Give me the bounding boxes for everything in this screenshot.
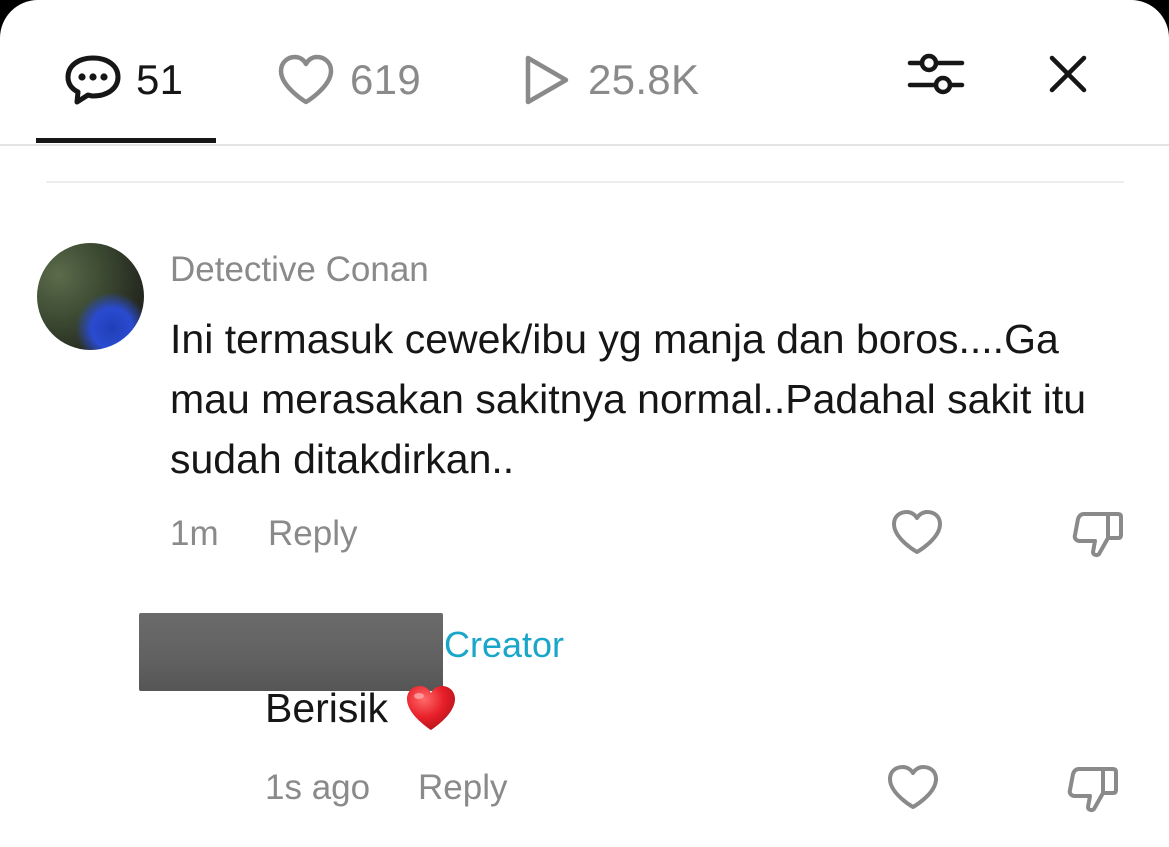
filter-button[interactable]: [906, 48, 966, 104]
tab-comments[interactable]: 51: [64, 50, 183, 110]
reply-text: Berisik: [265, 683, 458, 733]
red-heart-emoji-icon: [404, 683, 458, 733]
reply-button[interactable]: Reply: [268, 514, 357, 554]
avatar[interactable]: [37, 243, 144, 350]
divider: [46, 181, 1124, 183]
like-count: 619: [350, 56, 421, 103]
tab-bar: 51 619 25.8K: [0, 0, 1169, 146]
close-icon: [1046, 52, 1090, 101]
play-icon: [518, 52, 574, 108]
reply-text-content: Berisik: [265, 684, 389, 731]
close-button[interactable]: [1040, 48, 1096, 104]
heart-icon: [890, 510, 944, 560]
heart-icon: [886, 765, 940, 815]
reply-timestamp: 1s ago: [265, 768, 371, 807]
view-count: 25.8K: [588, 56, 700, 103]
reply-dislike-button[interactable]: [1063, 763, 1119, 820]
reply-button[interactable]: Reply: [418, 768, 507, 808]
reply-like-button[interactable]: [886, 763, 940, 816]
tab-likes[interactable]: 619: [276, 50, 421, 110]
heart-icon: [276, 53, 336, 107]
comment-text: Ini termasuk cewek/ibu yg manja dan boro…: [170, 316, 1087, 482]
comment-bubble-icon: [64, 54, 122, 106]
comment-like-button[interactable]: [890, 508, 944, 561]
comments-sheet: 51 619 25.8K Detective Conan Ini termasu…: [0, 0, 1169, 847]
comment-author[interactable]: Detective Conan: [170, 250, 429, 290]
sliders-icon: [907, 48, 965, 105]
thumbs-down-icon: [1068, 512, 1124, 564]
comment-dislike-button[interactable]: [1068, 508, 1124, 565]
redacted-username: [139, 613, 443, 691]
tab-views[interactable]: 25.8K: [518, 50, 699, 110]
creator-badge: Creator: [444, 624, 565, 665]
comment-count: 51: [136, 56, 184, 103]
comment-timestamp: 1m: [170, 514, 219, 553]
active-tab-indicator: [36, 138, 216, 143]
thumbs-down-icon: [1063, 767, 1119, 819]
